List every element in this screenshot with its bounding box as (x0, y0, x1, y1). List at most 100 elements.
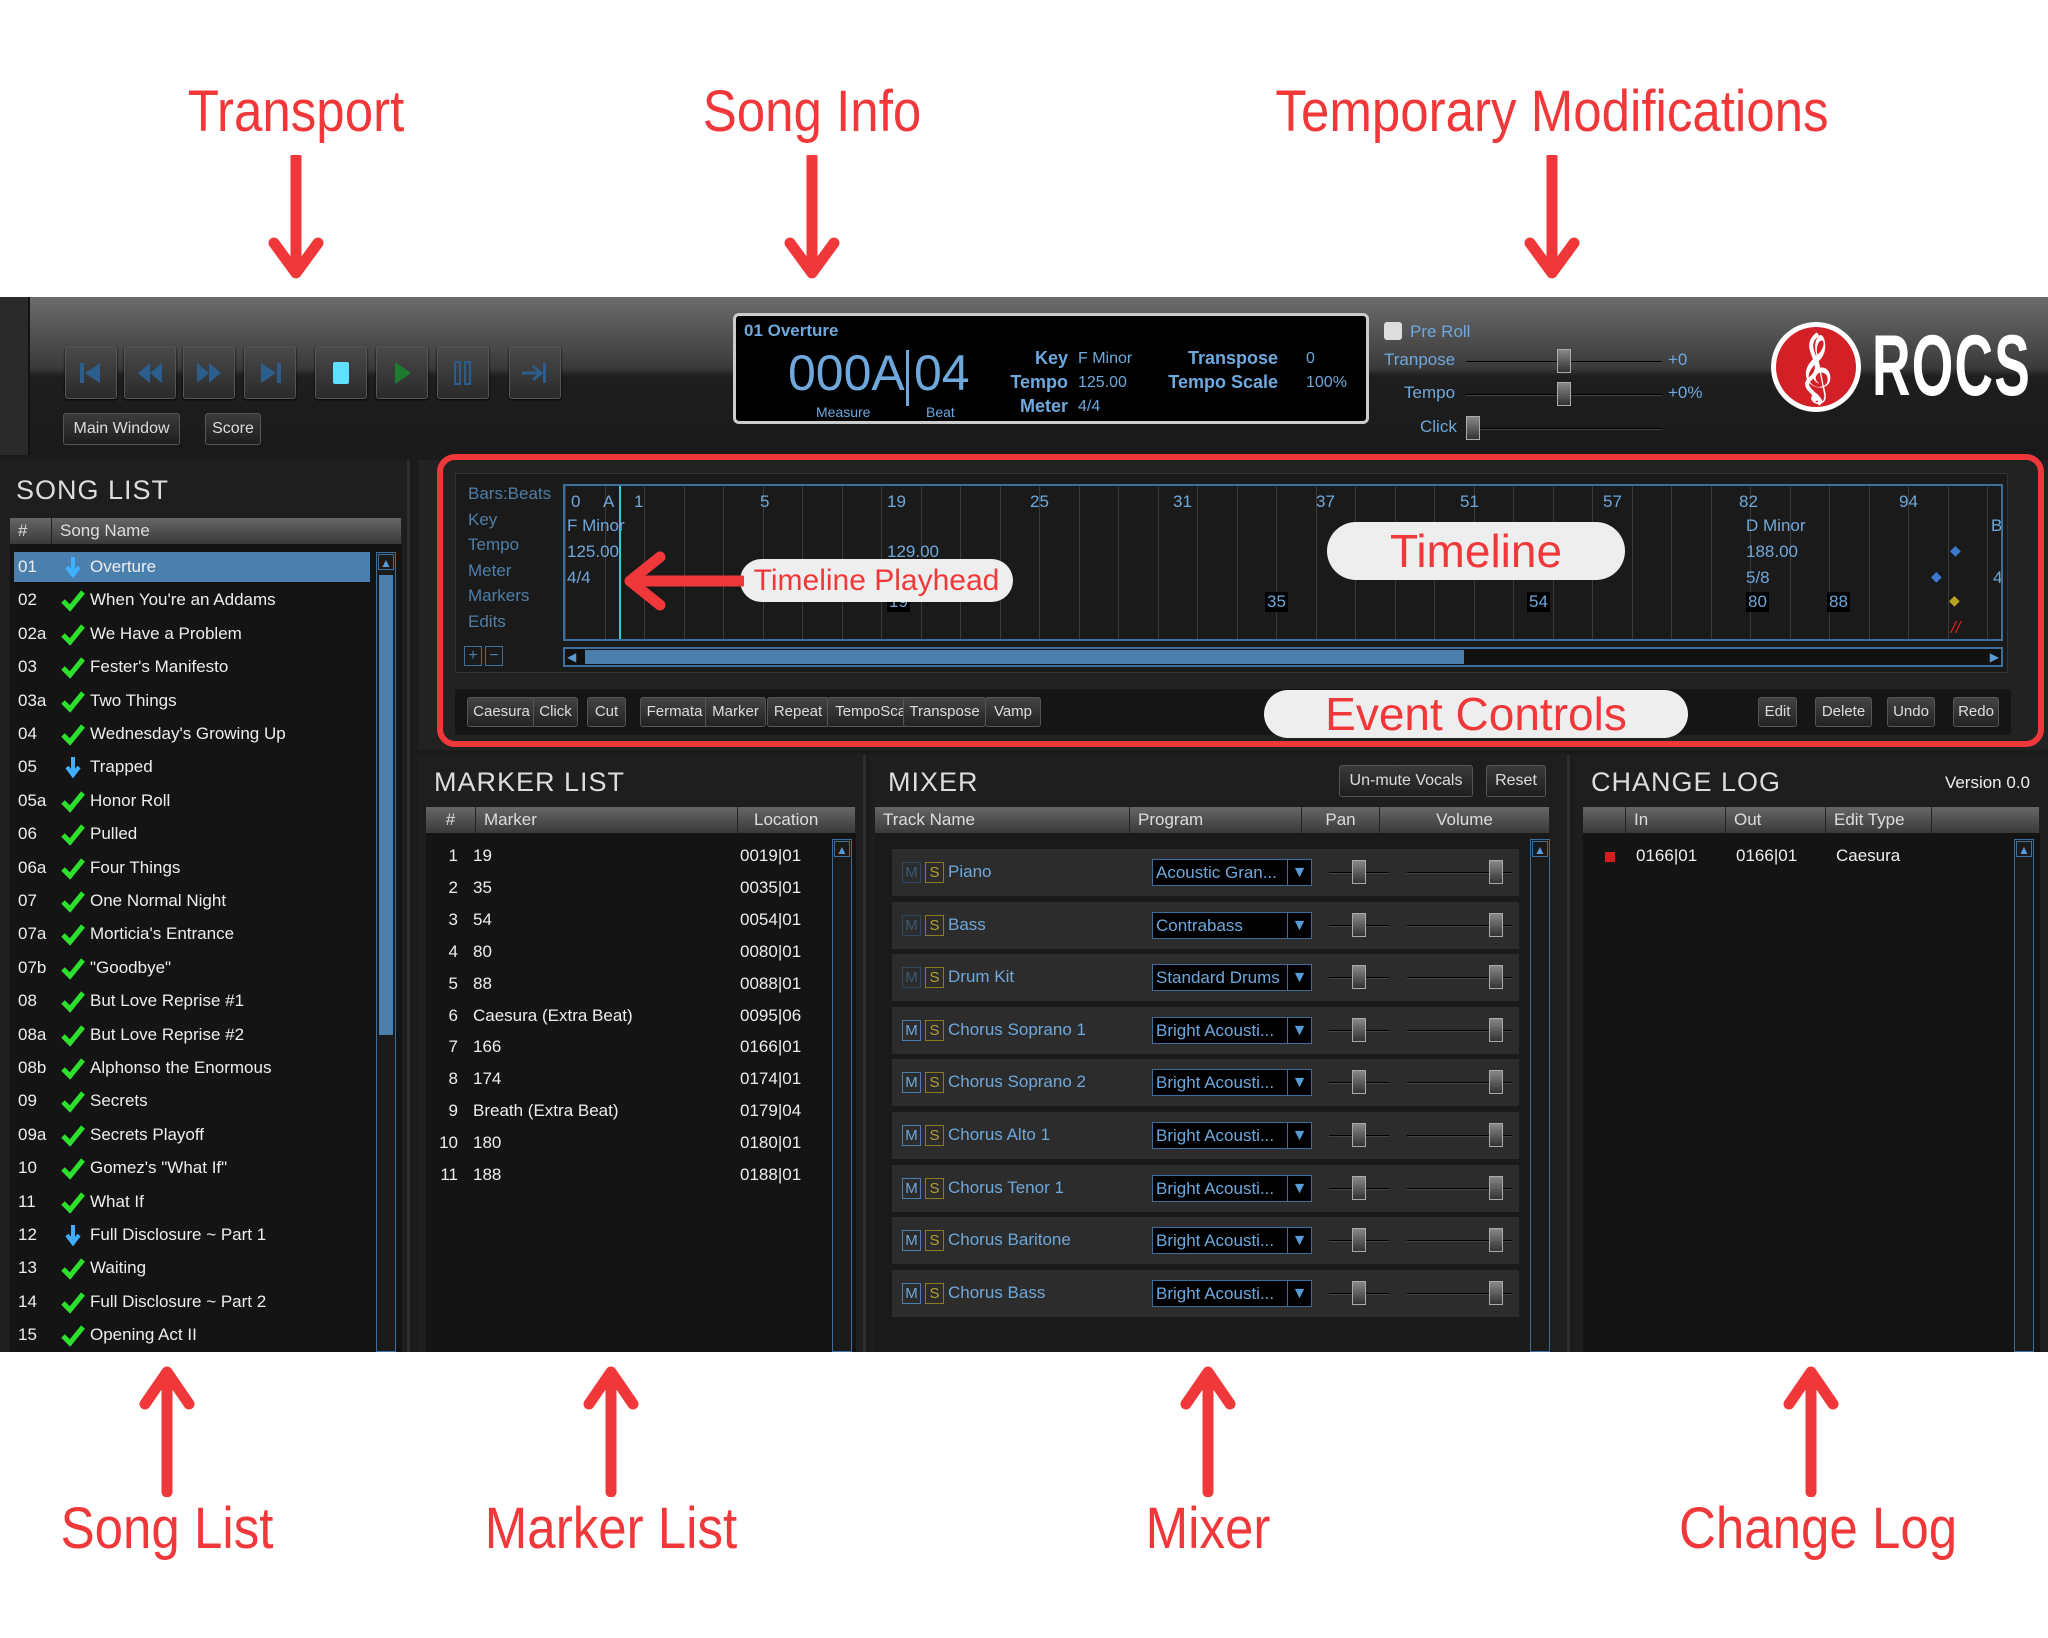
event-caesura-button[interactable]: Caesura (467, 697, 536, 727)
song-list-item[interactable]: 07 One Normal Night (14, 886, 370, 916)
edit-button[interactable]: Edit (1758, 697, 1797, 727)
solo-button[interactable]: S (925, 914, 944, 936)
mute-button[interactable]: M (902, 1230, 921, 1252)
pause-button[interactable] (437, 346, 489, 399)
dropdown-arrow-icon[interactable]: ▼ (1287, 1017, 1311, 1043)
song-list-item[interactable]: 05a Honor Roll (14, 786, 370, 816)
program-dropdown[interactable]: Standard Drums ▼ (1152, 964, 1312, 992)
marker-list-row[interactable]: 5 88 0088|01 (428, 971, 828, 999)
change-log-col-out[interactable]: Out (1726, 807, 1826, 833)
mixer-col-program[interactable]: Program (1130, 807, 1302, 833)
mute-button[interactable]: M (902, 1177, 921, 1199)
song-list-col-name[interactable]: Song Name (52, 518, 402, 544)
timeline-playhead[interactable] (619, 486, 621, 639)
marker-col-marker[interactable]: Marker (476, 807, 738, 833)
volume-slider-thumb[interactable] (1489, 1280, 1504, 1305)
song-list-item[interactable]: 08a But Love Reprise #2 (14, 1020, 370, 1050)
scrollbar-thumb[interactable] (379, 575, 393, 1035)
song-list-item[interactable]: 03 Fester's Manifesto (14, 652, 370, 682)
key-event[interactable]: D Minor (1746, 516, 1806, 536)
meter-event[interactable]: 5/8 (1746, 568, 1770, 588)
song-list-item[interactable]: 14 Full Disclosure ~ Part 2 (14, 1287, 370, 1317)
volume-slider-thumb[interactable] (1489, 1228, 1504, 1253)
meter-event[interactable]: 4/4 (567, 568, 591, 588)
event-click-button[interactable]: Click (533, 697, 578, 727)
change-log-col-extra[interactable] (1932, 807, 2040, 833)
marker-list-row[interactable]: 6 Caesura (Extra Beat) 0095|06 (428, 1003, 828, 1031)
song-list-item[interactable]: 03a Two Things (14, 686, 370, 716)
skip-to-start-button[interactable] (65, 346, 117, 399)
marker-event[interactable]: 54 (1527, 592, 1550, 612)
solo-button[interactable]: S (925, 1282, 944, 1304)
change-log-col-in[interactable]: In (1626, 807, 1726, 833)
marker-col-number[interactable]: # (426, 807, 476, 833)
song-list-item[interactable]: 04 Wednesday's Growing Up (14, 719, 370, 749)
program-dropdown[interactable]: Bright Acousti... ▼ (1152, 1279, 1312, 1307)
dropdown-arrow-icon[interactable]: ▼ (1287, 1123, 1311, 1148)
pan-slider-thumb[interactable] (1352, 1123, 1366, 1147)
mixer-col-track-name[interactable]: Track Name (875, 807, 1130, 833)
tempo-event[interactable]: 125.00 (567, 542, 619, 562)
tempo-event[interactable]: 188.00 (1746, 542, 1798, 562)
mixer-scrollbar[interactable]: ▲ (1530, 839, 1550, 1352)
scroll-left-icon[interactable]: ◀ (567, 650, 576, 664)
zoom-in-button[interactable]: + (464, 646, 482, 666)
edit-event[interactable]: // (1951, 618, 1960, 638)
event-fermata-button[interactable]: Fermata (640, 697, 709, 727)
mute-button[interactable]: M (902, 1282, 921, 1304)
score-button[interactable]: Score (205, 413, 261, 445)
song-list-item[interactable]: 13 Waiting (14, 1253, 370, 1283)
event-vamp-button[interactable]: Vamp (985, 697, 1041, 727)
pre-roll-checkbox[interactable] (1384, 322, 1402, 340)
song-list-item[interactable]: 15 Opening Act II (14, 1320, 370, 1350)
change-log-scrollbar[interactable]: ▲ (2014, 839, 2034, 1352)
event-marker-button[interactable]: Marker (705, 697, 766, 727)
volume-slider-thumb[interactable] (1489, 1123, 1504, 1147)
marker-list-row[interactable]: 2 35 0035|01 (428, 875, 828, 903)
program-dropdown[interactable]: Acoustic Gran... ▼ (1152, 859, 1312, 886)
timeline-scrollbar[interactable]: ◀ ▶ (563, 647, 2003, 667)
solo-button[interactable]: S (925, 1019, 944, 1041)
stop-button[interactable] (315, 346, 367, 399)
solo-button[interactable]: S (925, 1125, 944, 1146)
marker-list-row[interactable]: 3 54 0054|01 (428, 907, 828, 935)
key-event[interactable]: F Minor (567, 516, 625, 536)
mixer-col-pan[interactable]: Pan (1302, 807, 1380, 833)
song-list-item[interactable]: 02 When You're an Addams (14, 585, 370, 615)
redo-button[interactable]: Redo (1953, 697, 1999, 727)
skip-to-end-button[interactable] (244, 346, 296, 399)
play-button[interactable] (376, 346, 428, 399)
change-log-col-edit-type[interactable]: Edit Type (1826, 807, 1932, 833)
zoom-out-button[interactable]: − (485, 646, 503, 666)
song-list-scrollbar[interactable]: ▲ (376, 552, 396, 1352)
song-list-item[interactable]: 08b Alphonso the Enormous (14, 1053, 370, 1083)
marker-list-row[interactable]: 9 Breath (Extra Beat) 0179|04 (428, 1098, 828, 1126)
event-repeat-button[interactable]: Repeat (767, 697, 829, 727)
pan-slider-thumb[interactable] (1352, 860, 1366, 884)
song-list-item[interactable]: 01 Overture (14, 552, 370, 582)
song-list-item[interactable]: 10 Gomez's "What If" (14, 1153, 370, 1183)
song-list-item[interactable]: 08 But Love Reprise #1 (14, 986, 370, 1016)
pan-slider-thumb[interactable] (1352, 1228, 1366, 1253)
volume-slider-thumb[interactable] (1489, 860, 1504, 884)
change-log-row[interactable]: 0166|01 0166|01 Caesura (1583, 843, 2003, 871)
mute-button[interactable]: M (902, 862, 921, 883)
mixer-col-volume[interactable]: Volume (1380, 807, 1550, 833)
pan-slider-thumb[interactable] (1352, 1017, 1366, 1042)
scroll-up-icon[interactable]: ▲ (378, 554, 394, 570)
volume-slider-thumb[interactable] (1489, 1017, 1504, 1042)
dropdown-arrow-icon[interactable]: ▼ (1287, 1175, 1311, 1201)
event-transpose-button[interactable]: Transpose (903, 697, 986, 727)
dropdown-arrow-icon[interactable]: ▼ (1287, 860, 1311, 885)
mute-button[interactable]: M (902, 914, 921, 936)
program-dropdown[interactable]: Bright Acousti... ▼ (1152, 1122, 1312, 1149)
event-cut-button[interactable]: Cut (587, 697, 626, 727)
program-dropdown[interactable]: Bright Acousti... ▼ (1152, 1227, 1312, 1255)
song-list-col-number[interactable]: # (10, 518, 52, 544)
program-dropdown[interactable]: Bright Acousti... ▼ (1152, 1174, 1312, 1202)
solo-button[interactable]: S (925, 1072, 944, 1094)
dropdown-arrow-icon[interactable]: ▼ (1287, 1280, 1311, 1306)
pan-slider-thumb[interactable] (1352, 1175, 1366, 1200)
volume-slider-thumb[interactable] (1489, 1175, 1504, 1200)
pan-slider-thumb[interactable] (1352, 912, 1366, 937)
